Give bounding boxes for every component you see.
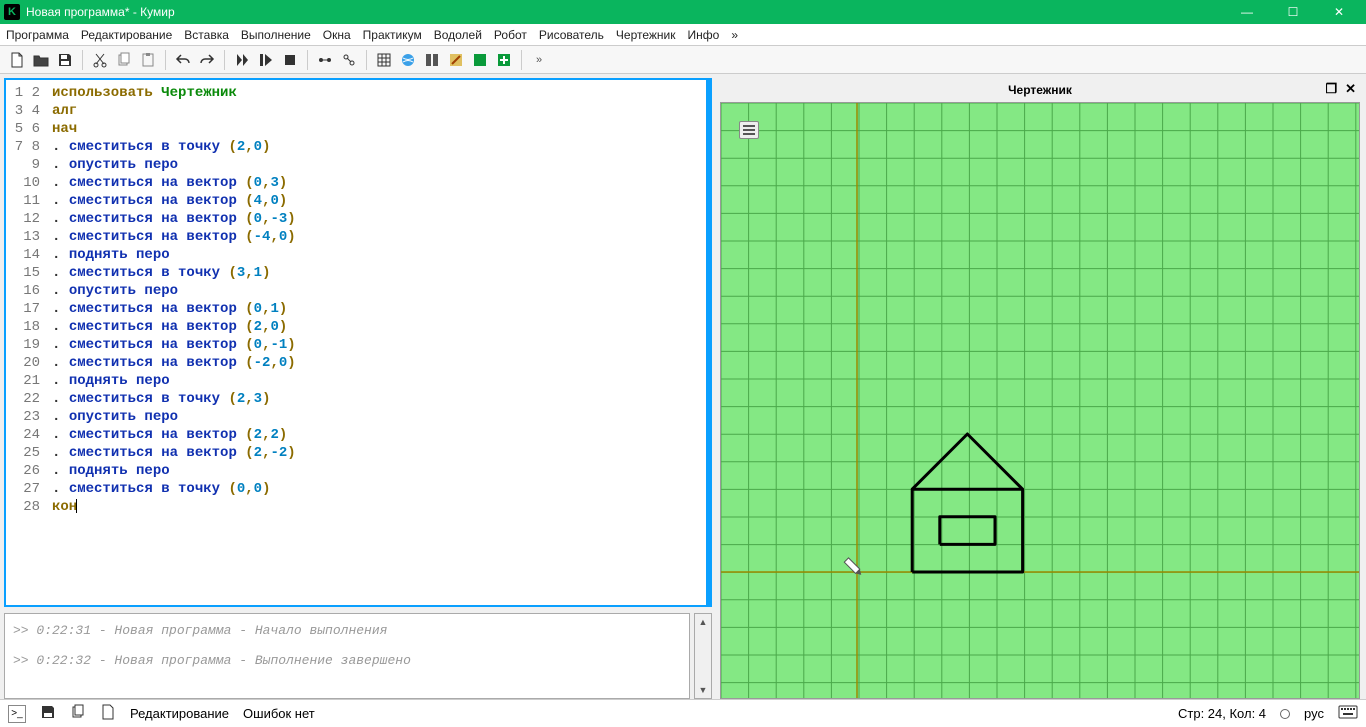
green-box-icon[interactable] xyxy=(469,49,491,71)
grid-panel-icon[interactable] xyxy=(373,49,395,71)
open-file-icon[interactable] xyxy=(30,49,52,71)
right-column: Чертежник ❐ ✕ xyxy=(720,78,1360,699)
main-area: 1 2 3 4 5 6 7 8 9 10 11 12 13 14 15 16 1… xyxy=(0,74,1366,699)
app-icon: K xyxy=(4,4,20,20)
menu-more[interactable]: » xyxy=(731,28,738,42)
menu-run[interactable]: Выполнение xyxy=(241,28,311,42)
run-icon[interactable] xyxy=(231,49,253,71)
console-scrollbar[interactable]: ▲ ▼ xyxy=(694,613,712,699)
toolbar-separator xyxy=(366,50,367,70)
status-cursor-pos: Стр: 24, Кол: 4 xyxy=(1178,706,1266,721)
line-gutter: 1 2 3 4 5 6 7 8 9 10 11 12 13 14 15 16 1… xyxy=(6,80,46,605)
panel-popout-icon[interactable]: ❐ xyxy=(1325,81,1337,97)
toolbar-separator xyxy=(307,50,308,70)
new-file-icon[interactable] xyxy=(6,49,28,71)
minimize-button[interactable]: — xyxy=(1224,0,1270,24)
status-keyboard-icon[interactable] xyxy=(1338,705,1358,722)
status-terminal-icon[interactable]: >_ xyxy=(8,705,26,723)
status-doc-icon[interactable] xyxy=(100,704,116,723)
drawer-canvas[interactable] xyxy=(720,102,1360,699)
status-save-icon[interactable] xyxy=(40,704,56,723)
undo-icon[interactable] xyxy=(172,49,194,71)
menu-robot[interactable]: Робот xyxy=(494,28,527,42)
redo-icon[interactable] xyxy=(196,49,218,71)
menu-practicum[interactable]: Практикум xyxy=(363,28,422,42)
status-mode: Редактирование xyxy=(130,706,229,721)
console-line: >> 0:22:31 - Новая программа - Начало вы… xyxy=(13,620,681,642)
copy-icon[interactable] xyxy=(113,49,135,71)
console-wrap: >> 0:22:31 - Новая программа - Начало вы… xyxy=(4,613,712,699)
more-chevron-icon[interactable]: » xyxy=(528,49,550,71)
status-lang: рус xyxy=(1304,706,1324,721)
toolbar-separator xyxy=(224,50,225,70)
code-area[interactable]: использовать Чертежник алг нач . сместит… xyxy=(46,80,706,605)
statusbar: >_ Редактирование Ошибок нет Стр: 24, Ко… xyxy=(0,699,1366,727)
drawer-panel-titlebar: Чертежник ❐ ✕ xyxy=(720,78,1360,102)
panel-close-icon[interactable]: ✕ xyxy=(1345,81,1356,97)
window-title: Новая программа* - Кумир xyxy=(26,5,175,19)
paste-icon[interactable] xyxy=(137,49,159,71)
toolbar-separator xyxy=(521,50,522,70)
toolbar-separator xyxy=(82,50,83,70)
toolbar: » xyxy=(0,46,1366,74)
actor-toggle-icon[interactable] xyxy=(314,49,336,71)
cut-icon[interactable] xyxy=(89,49,111,71)
code-editor[interactable]: 1 2 3 4 5 6 7 8 9 10 11 12 13 14 15 16 1… xyxy=(4,78,712,607)
maximize-button[interactable]: ☐ xyxy=(1270,0,1316,24)
menu-program[interactable]: Программа xyxy=(6,28,69,42)
menu-windows[interactable]: Окна xyxy=(323,28,351,42)
toolbar-separator xyxy=(165,50,166,70)
menu-info[interactable]: Инфо xyxy=(688,28,720,42)
console-line: >> 0:22:32 - Новая программа - Выполнени… xyxy=(13,650,681,672)
left-column: 1 2 3 4 5 6 7 8 9 10 11 12 13 14 15 16 1… xyxy=(4,78,712,699)
scroll-up-icon[interactable]: ▲ xyxy=(695,614,711,630)
panels-icon[interactable] xyxy=(421,49,443,71)
menu-drawer[interactable]: Чертежник xyxy=(616,28,676,42)
status-copy-icon[interactable] xyxy=(70,704,86,723)
menubar: Программа Редактирование Вставка Выполне… xyxy=(0,24,1366,46)
brush-icon[interactable] xyxy=(445,49,467,71)
menu-edit[interactable]: Редактирование xyxy=(81,28,172,42)
close-button[interactable]: ✕ xyxy=(1316,0,1362,24)
globe-icon[interactable] xyxy=(397,49,419,71)
save-file-icon[interactable] xyxy=(54,49,76,71)
titlebar: K Новая программа* - Кумир — ☐ ✕ xyxy=(0,0,1366,24)
scroll-down-icon[interactable]: ▼ xyxy=(695,682,711,698)
menu-insert[interactable]: Вставка xyxy=(184,28,229,42)
green-plus-icon[interactable] xyxy=(493,49,515,71)
output-console[interactable]: >> 0:22:31 - Новая программа - Начало вы… xyxy=(4,613,690,699)
status-record-icon[interactable] xyxy=(1280,709,1290,719)
stop-icon[interactable] xyxy=(279,49,301,71)
drawer-panel-title: Чертежник xyxy=(1008,83,1072,97)
step-icon[interactable] xyxy=(255,49,277,71)
canvas-menu-icon[interactable] xyxy=(739,121,759,139)
status-errors: Ошибок нет xyxy=(243,706,315,721)
actor-link-icon[interactable] xyxy=(338,49,360,71)
menu-vodoley[interactable]: Водолей xyxy=(434,28,482,42)
menu-painter[interactable]: Рисователь xyxy=(539,28,604,42)
